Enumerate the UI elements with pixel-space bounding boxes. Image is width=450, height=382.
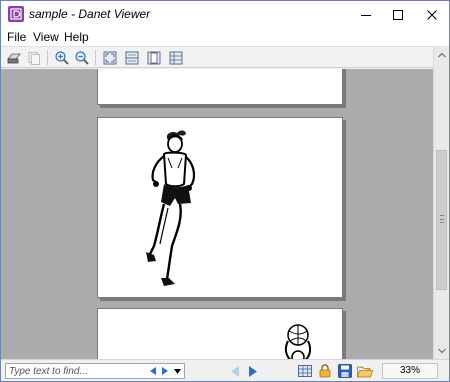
document-page (97, 69, 343, 105)
fit-width-icon (125, 51, 139, 64)
menu-bar: File View Help (1, 28, 449, 46)
toolbar-separator (95, 50, 96, 65)
menu-help[interactable]: Help (64, 30, 89, 44)
triangle-left-icon (150, 367, 156, 375)
security-button[interactable] (317, 363, 333, 379)
menu-view[interactable]: View (33, 30, 59, 44)
print-button[interactable] (5, 49, 23, 66)
copy-icon (28, 51, 40, 65)
fit-page-icon (103, 51, 117, 64)
document-viewport[interactable] (1, 69, 433, 359)
status-bar: 33% (1, 359, 449, 381)
triangle-right-icon (162, 367, 168, 375)
find-options-dropdown[interactable] (171, 363, 183, 379)
grid-icon (298, 365, 312, 377)
zoom-in-button[interactable] (53, 49, 71, 66)
next-page-button[interactable] (245, 363, 261, 379)
chevron-up-icon (438, 52, 446, 58)
close-icon (427, 9, 437, 20)
find-next-button[interactable] (159, 363, 171, 379)
single-page-button[interactable] (145, 49, 163, 66)
app-icon[interactable] (8, 6, 24, 22)
zoom-out-icon (75, 50, 89, 65)
fit-width-button[interactable] (123, 49, 141, 66)
minimize-button[interactable] (351, 1, 381, 28)
thumbnails-button[interactable] (297, 363, 313, 379)
zoom-level[interactable]: 33% (382, 363, 438, 379)
chevron-down-icon (438, 348, 446, 354)
grip-icon (440, 215, 444, 223)
document-page (97, 308, 343, 359)
title-bar[interactable]: sample - Danet Viewer (1, 1, 449, 28)
two-page-button[interactable] (167, 49, 185, 66)
dropdown-arrow-icon (173, 368, 181, 374)
fit-page-button[interactable] (101, 49, 119, 66)
menu-file[interactable]: File (7, 30, 26, 44)
maximize-icon (393, 9, 403, 20)
scrollbar-thumb[interactable] (436, 150, 447, 290)
scroll-down-button[interactable] (434, 343, 450, 359)
copy-button[interactable] (25, 49, 43, 66)
two-page-icon (169, 51, 183, 64)
previous-page-button[interactable] (227, 363, 243, 379)
save-icon (338, 364, 352, 378)
find-previous-button[interactable] (147, 363, 159, 379)
open-button[interactable] (357, 363, 373, 379)
toolbar (1, 46, 449, 68)
single-page-icon (147, 51, 161, 64)
scroll-up-button[interactable] (434, 47, 450, 63)
maximize-button[interactable] (383, 1, 413, 28)
folder-open-icon (357, 366, 373, 377)
close-button[interactable] (417, 1, 447, 28)
zoom-in-icon (55, 50, 69, 65)
lock-icon (319, 364, 331, 378)
window-title: sample - Danet Viewer (29, 7, 151, 21)
runner-illustration (146, 130, 196, 286)
print-icon (7, 53, 21, 63)
app-window: sample - Danet Viewer File View Help Typ… (0, 0, 450, 382)
arrow-left-icon (231, 365, 239, 377)
vertical-scrollbar[interactable] (433, 47, 449, 359)
document-page (97, 117, 343, 298)
save-button[interactable] (337, 363, 353, 379)
zoom-out-button[interactable] (73, 49, 91, 66)
toolbar-separator (47, 50, 48, 65)
minimize-icon (361, 14, 371, 16)
basketball-player-illustration (284, 324, 312, 359)
arrow-right-icon (249, 365, 257, 377)
